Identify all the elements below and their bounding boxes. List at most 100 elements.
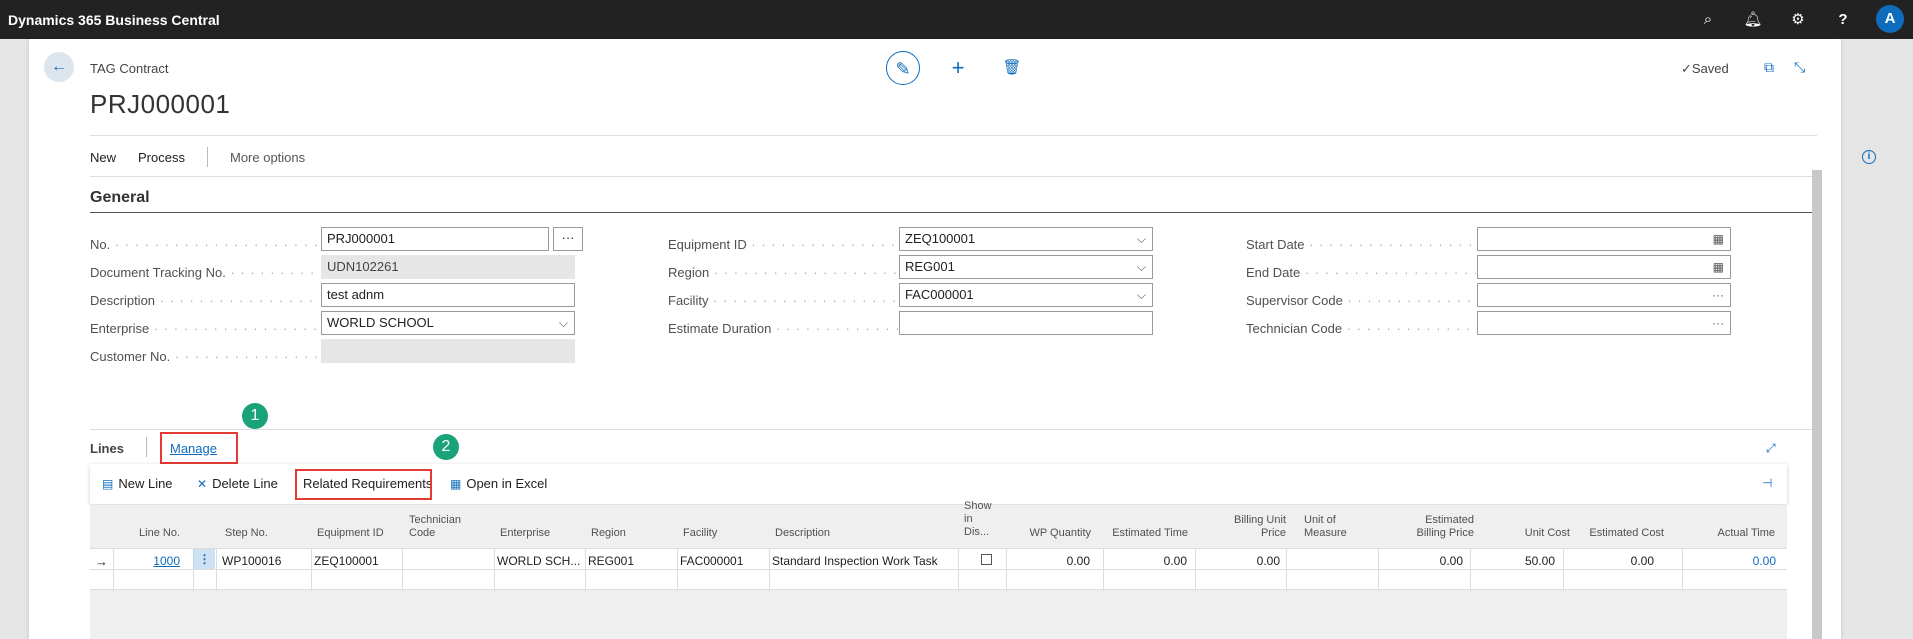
row-menu-icon[interactable]: ⋮ bbox=[194, 549, 215, 570]
back-arrow-icon[interactable]: ← bbox=[44, 52, 74, 82]
cell-divider bbox=[1286, 570, 1287, 591]
equipment-id-select[interactable]: ZEQ100001 ⌵ bbox=[899, 227, 1153, 251]
cell-divider bbox=[1563, 570, 1564, 591]
cell-line-no[interactable]: 1000 bbox=[120, 554, 180, 568]
action-bar: New Process More options bbox=[90, 147, 327, 167]
chevron-down-icon[interactable]: ⌵ bbox=[1137, 256, 1146, 278]
cell-unit-cost[interactable]: 50.00 bbox=[1474, 554, 1555, 568]
show-in-display-checkbox[interactable] bbox=[981, 554, 992, 565]
region-value: REG001 bbox=[905, 259, 955, 274]
estimate-duration-field[interactable] bbox=[899, 311, 1153, 335]
no-field[interactable]: PRJ000001 bbox=[321, 227, 549, 251]
label-customer-no: Customer No. bbox=[90, 349, 320, 364]
cell-divider bbox=[1195, 549, 1196, 570]
cell-description[interactable]: Standard Inspection Work Task bbox=[772, 554, 952, 568]
description-field[interactable]: test adnm bbox=[321, 283, 575, 307]
no-lookup-button[interactable]: ··· bbox=[553, 227, 583, 251]
table-row[interactable]: → 1000 ⋮ WP100016 ZEQ100001 WORLD SCH...… bbox=[90, 548, 1787, 570]
facility-select[interactable]: FAC000001 ⌵ bbox=[899, 283, 1153, 307]
col-header-unit-cost[interactable]: Unit Cost bbox=[1495, 527, 1570, 540]
col-header-unit-of-measure[interactable]: Unit of Measure bbox=[1304, 514, 1364, 540]
calendar-icon[interactable]: ▦ bbox=[1713, 256, 1724, 278]
ellipsis-icon[interactable]: ··· bbox=[1712, 312, 1724, 334]
open-in-excel-button[interactable]: ▦ Open in Excel bbox=[450, 476, 547, 491]
action-more-options[interactable]: More options bbox=[230, 150, 305, 165]
avatar[interactable]: A bbox=[1876, 5, 1904, 33]
cell-actual-time[interactable]: 0.00 bbox=[1686, 554, 1776, 568]
col-header-billing-unit-price[interactable]: Billing Unit Price bbox=[1211, 514, 1286, 540]
ellipsis-icon[interactable]: ··· bbox=[1712, 284, 1724, 306]
cell-estimated-billing-price[interactable]: 0.00 bbox=[1382, 554, 1463, 568]
table-row-empty[interactable] bbox=[90, 569, 1787, 591]
end-date-field[interactable]: ▦ bbox=[1477, 255, 1731, 279]
action-divider bbox=[206, 147, 208, 167]
enterprise-select[interactable]: WORLD SCHOOL ⌵ bbox=[321, 311, 575, 335]
col-header-actual-time[interactable]: Actual Time bbox=[1685, 527, 1775, 540]
cell-facility[interactable]: FAC000001 bbox=[680, 554, 766, 568]
chevron-down-icon[interactable]: ⌵ bbox=[559, 312, 568, 334]
gear-icon[interactable]: ⚙ bbox=[1787, 9, 1809, 31]
cell-estimated-time[interactable]: 0.00 bbox=[1107, 554, 1187, 568]
start-date-field[interactable]: ▦ bbox=[1477, 227, 1731, 251]
action-process[interactable]: Process bbox=[138, 150, 185, 165]
add-plus-icon[interactable]: + bbox=[941, 51, 975, 85]
customer-no-field bbox=[321, 339, 575, 363]
edit-pencil-icon[interactable]: ✎ bbox=[886, 51, 920, 85]
search-icon[interactable]: ⌕ bbox=[1697, 9, 1719, 31]
delete-trash-icon[interactable]: 🗑︎ bbox=[995, 51, 1029, 85]
col-header-estimated-billing-price[interactable]: Estimated Billing Price bbox=[1400, 514, 1474, 540]
col-header-estimated-time[interactable]: Estimated Time bbox=[1103, 527, 1188, 540]
collapse-icon[interactable]: ⤡ bbox=[1794, 59, 1805, 76]
cell-divider bbox=[1006, 570, 1007, 591]
cell-divider bbox=[1563, 549, 1564, 570]
cell-wp-quantity[interactable]: 0.00 bbox=[1010, 554, 1090, 568]
chevron-down-icon[interactable]: ⌵ bbox=[1137, 284, 1146, 306]
info-icon[interactable]: i bbox=[1862, 150, 1876, 164]
col-header-facility[interactable]: Facility bbox=[683, 527, 717, 540]
col-header-description[interactable]: Description bbox=[775, 527, 830, 540]
cell-step-no[interactable]: WP100016 bbox=[222, 554, 308, 568]
col-header-equipment-id[interactable]: Equipment ID bbox=[317, 527, 384, 540]
cell-equipment-id[interactable]: ZEQ100001 bbox=[314, 554, 400, 568]
help-icon[interactable]: ? bbox=[1832, 9, 1854, 31]
delete-line-button[interactable]: ✕ Delete Line bbox=[197, 476, 278, 491]
action-new[interactable]: New bbox=[90, 150, 116, 165]
lines-title[interactable]: Lines bbox=[90, 441, 124, 456]
cell-divider bbox=[1682, 549, 1683, 570]
cell-divider bbox=[769, 570, 770, 591]
expand-icon[interactable]: ⤢ bbox=[1766, 441, 1776, 456]
cell-billing-unit-price[interactable]: 0.00 bbox=[1200, 554, 1280, 568]
calendar-icon[interactable]: ▦ bbox=[1713, 228, 1724, 250]
cell-divider bbox=[1470, 549, 1471, 570]
row-arrow-icon: → bbox=[95, 554, 108, 569]
new-line-icon: ▤ bbox=[102, 477, 114, 491]
cell-divider bbox=[216, 570, 217, 591]
cell-divider bbox=[402, 549, 403, 570]
supervisor-code-field[interactable]: ··· bbox=[1477, 283, 1731, 307]
col-header-region[interactable]: Region bbox=[591, 527, 626, 540]
app-title[interactable]: Dynamics 365 Business Central bbox=[0, 12, 220, 28]
highlight-box-related-requirements bbox=[295, 469, 432, 500]
col-header-enterprise[interactable]: Enterprise bbox=[500, 527, 550, 540]
cell-estimated-cost[interactable]: 0.00 bbox=[1567, 554, 1654, 568]
vertical-scrollbar[interactable] bbox=[1812, 170, 1822, 639]
cell-divider bbox=[958, 570, 959, 591]
cell-enterprise[interactable]: WORLD SCH... bbox=[497, 554, 583, 568]
chevron-down-icon[interactable]: ⌵ bbox=[1137, 228, 1146, 250]
pin-icon[interactable]: ⊣ bbox=[1762, 476, 1772, 490]
label-no: No. bbox=[90, 237, 320, 252]
col-header-wp-quantity[interactable]: WP Quantity bbox=[1009, 527, 1091, 540]
col-header-estimated-cost[interactable]: Estimated Cost bbox=[1580, 527, 1664, 540]
col-header-technician-code[interactable]: Technician Code bbox=[409, 514, 469, 540]
region-select[interactable]: REG001 ⌵ bbox=[899, 255, 1153, 279]
col-header-show-in-display[interactable]: Show in Dis... bbox=[964, 500, 998, 540]
notification-bell-icon[interactable]: 🔔︎ bbox=[1742, 9, 1764, 31]
cell-region[interactable]: REG001 bbox=[588, 554, 674, 568]
open-new-window-icon[interactable]: ⧉ bbox=[1764, 59, 1774, 76]
new-line-button[interactable]: ▤ New Line bbox=[102, 476, 173, 491]
col-header-step-no[interactable]: Step No. bbox=[225, 527, 268, 540]
cell-divider bbox=[494, 549, 495, 570]
col-header-line-no[interactable]: Line No. bbox=[120, 527, 180, 540]
section-general-title[interactable]: General bbox=[90, 189, 150, 207]
technician-code-field[interactable]: ··· bbox=[1477, 311, 1731, 335]
